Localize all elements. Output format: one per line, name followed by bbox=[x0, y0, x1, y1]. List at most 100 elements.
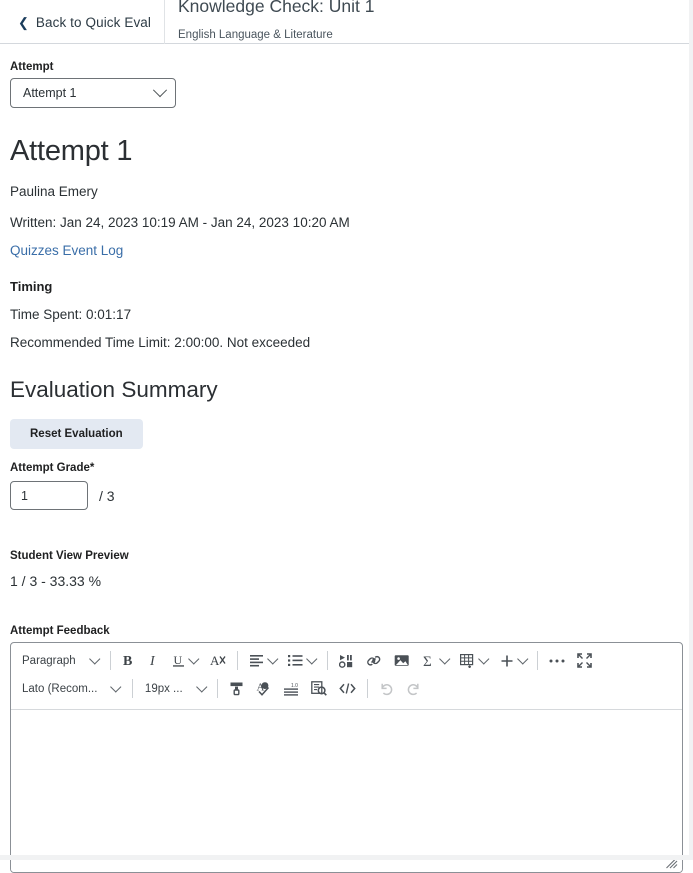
italic-button[interactable]: I bbox=[142, 648, 166, 673]
media-icon bbox=[338, 654, 354, 668]
redo-icon bbox=[406, 682, 421, 696]
back-to-quick-eval-button[interactable]: ❮ Back to Quick Eval bbox=[0, 0, 165, 44]
undo-icon bbox=[379, 682, 394, 696]
underline-icon: U bbox=[172, 653, 185, 668]
page-bottom-edge bbox=[0, 855, 693, 860]
grade-row: / 3 bbox=[10, 481, 683, 510]
time-limit: Recommended Time Limit: 2:00:00. Not exc… bbox=[10, 335, 311, 350]
format-painter-icon bbox=[229, 681, 244, 696]
equation-button[interactable]: Σ bbox=[416, 648, 455, 673]
code-icon bbox=[339, 682, 356, 695]
spellcheck-icon: A bbox=[256, 681, 271, 696]
undo-button[interactable] bbox=[373, 676, 400, 701]
main-content: Attempt Attempt 1 Attempt 1 Paulina Emer… bbox=[0, 61, 693, 873]
editor-toolbar-row-2: Lato (Recom... 19px ... A 1.0 bbox=[11, 674, 682, 703]
table-button[interactable] bbox=[454, 648, 494, 673]
image-button[interactable] bbox=[388, 648, 416, 673]
ellipsis-icon bbox=[549, 658, 565, 664]
bulleted-list-icon bbox=[288, 654, 303, 667]
align-left-icon bbox=[249, 654, 264, 667]
chevron-down-icon bbox=[267, 653, 278, 664]
underline-button[interactable]: U bbox=[166, 648, 204, 673]
format-painter-button[interactable] bbox=[223, 676, 250, 701]
reset-evaluation-button[interactable]: Reset Evaluation bbox=[10, 419, 143, 449]
chevron-left-icon: ❮ bbox=[18, 14, 29, 30]
chevron-down-icon bbox=[89, 653, 100, 664]
spellcheck-button[interactable]: A bbox=[250, 676, 277, 701]
attempt-select-value: Attempt 1 bbox=[23, 86, 77, 100]
image-icon bbox=[394, 654, 410, 667]
font-size-label: 19px ... bbox=[144, 682, 183, 695]
page-title: Knowledge Check: Unit 1 bbox=[178, 0, 375, 16]
clear-formatting-icon: A bbox=[210, 653, 226, 668]
feedback-editor: Paragraph B I U A Σ Lato (Recom... 19px … bbox=[10, 642, 683, 873]
bold-icon: B bbox=[122, 653, 136, 668]
chevron-down-icon bbox=[196, 681, 207, 692]
toolbar-divider bbox=[326, 651, 328, 670]
italic-icon: I bbox=[148, 653, 160, 668]
link-button[interactable] bbox=[360, 648, 388, 673]
chevron-down-icon bbox=[517, 653, 528, 664]
table-insert-icon bbox=[460, 653, 475, 668]
clear-formatting-button[interactable]: A bbox=[204, 648, 232, 673]
bold-button[interactable]: B bbox=[116, 648, 142, 673]
line-height-button[interactable]: 1.0 bbox=[277, 676, 305, 701]
link-icon bbox=[366, 654, 382, 668]
chevron-down-icon bbox=[478, 653, 490, 664]
svg-text:1.0: 1.0 bbox=[291, 683, 298, 689]
align-button[interactable] bbox=[243, 648, 283, 673]
toolbar-divider bbox=[131, 679, 133, 698]
required-marker: * bbox=[89, 462, 95, 474]
toolbar-divider bbox=[110, 651, 112, 670]
chevron-down-icon bbox=[110, 681, 122, 692]
attempt-selector-label: Attempt bbox=[10, 61, 54, 73]
svg-text:I: I bbox=[149, 654, 156, 668]
grade-total: / 3 bbox=[99, 487, 115, 504]
student-view-preview-value: 1 / 3 - 33.33 % bbox=[10, 573, 102, 589]
svg-text:B: B bbox=[123, 654, 132, 668]
font-size-select[interactable]: 19px ... bbox=[138, 676, 212, 701]
block-format-label: Paragraph bbox=[22, 654, 76, 667]
chevron-down-icon bbox=[439, 653, 450, 664]
more-options-button[interactable] bbox=[543, 648, 571, 673]
redo-button[interactable] bbox=[400, 676, 427, 701]
sigma-icon: Σ bbox=[422, 653, 436, 668]
code-view-button[interactable] bbox=[333, 676, 362, 701]
accessibility-check-icon bbox=[311, 681, 328, 696]
fullscreen-icon bbox=[577, 653, 593, 668]
media-button[interactable] bbox=[333, 648, 360, 673]
toolbar-divider bbox=[236, 651, 238, 670]
page-subtitle: English Language & Literature bbox=[178, 28, 333, 41]
back-button-label: Back to Quick Eval bbox=[35, 14, 151, 30]
block-format-select[interactable]: Paragraph bbox=[15, 648, 105, 673]
page-header: ❮ Back to Quick Eval Knowledge Check: Un… bbox=[0, 0, 693, 44]
attempt-grade-input[interactable] bbox=[10, 481, 88, 510]
list-button[interactable] bbox=[282, 648, 322, 673]
attempt-grade-label: Attempt Grade* bbox=[10, 462, 683, 474]
insert-button[interactable] bbox=[494, 648, 533, 673]
evaluation-summary-heading: Evaluation Summary bbox=[10, 377, 218, 402]
student-name: Paulina Emery bbox=[10, 184, 98, 199]
font-family-select[interactable]: Lato (Recom... bbox=[15, 676, 127, 701]
feedback-text-area[interactable] bbox=[11, 709, 682, 872]
svg-text:Σ: Σ bbox=[423, 654, 432, 668]
plus-icon bbox=[500, 654, 514, 668]
attempt-select[interactable]: Attempt 1 bbox=[10, 78, 176, 108]
student-view-preview-label: Student View Preview bbox=[10, 550, 129, 562]
chevron-down-icon bbox=[306, 653, 318, 664]
time-spent: Time Spent: 0:01:17 bbox=[10, 307, 132, 322]
svg-text:U: U bbox=[174, 653, 183, 667]
fullscreen-button[interactable] bbox=[571, 648, 598, 673]
font-family-label: Lato (Recom... bbox=[22, 682, 98, 695]
header-title-group: Knowledge Check: Unit 1 English Language… bbox=[165, 0, 375, 41]
attempt-feedback-label: Attempt Feedback bbox=[10, 625, 110, 637]
page-right-edge bbox=[689, 0, 693, 860]
written-timestamps: Written: Jan 24, 2023 10:19 AM - Jan 24,… bbox=[10, 215, 350, 230]
editor-toolbar-row-1: Paragraph B I U A Σ bbox=[11, 646, 682, 675]
toolbar-divider bbox=[367, 679, 369, 698]
attempt-grade-label-text: Attempt Grade bbox=[10, 462, 90, 474]
quizzes-event-log-link[interactable]: Quizzes Event Log bbox=[10, 243, 123, 258]
attempt-heading: Attempt 1 bbox=[10, 135, 133, 167]
svg-text:A: A bbox=[210, 653, 220, 668]
accessibility-checker-button[interactable] bbox=[305, 676, 333, 701]
